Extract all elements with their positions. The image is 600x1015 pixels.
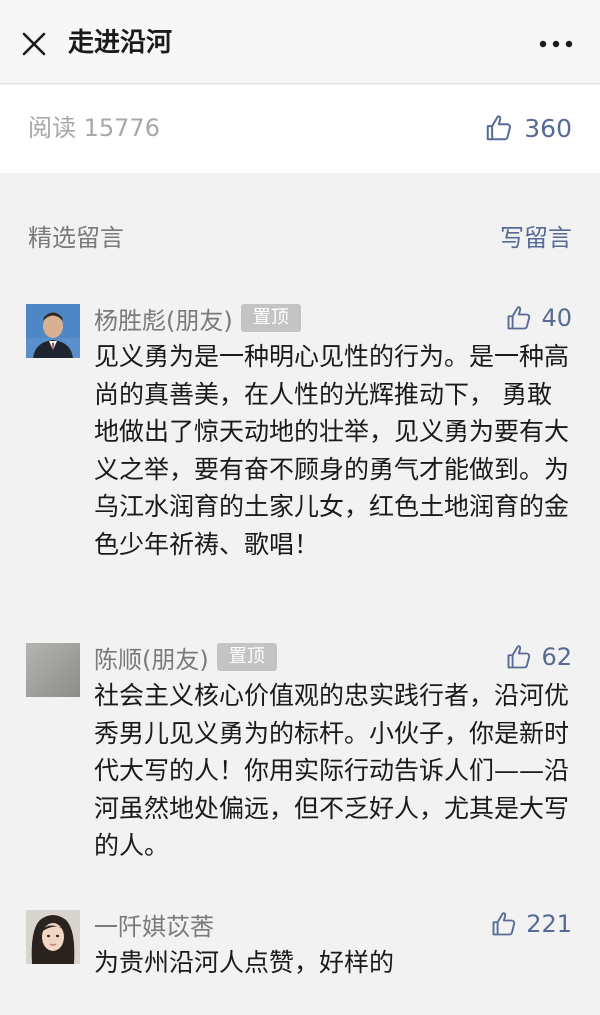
thumbs-up-icon <box>508 645 531 669</box>
write-comment-button[interactable]: 写留言 <box>500 218 572 258</box>
comment-like-count: 40 <box>541 304 572 332</box>
comment-like-button[interactable]: 62 <box>505 639 572 675</box>
comment-like-count: 221 <box>526 910 572 938</box>
commenter-name[interactable]: 陈顺(朋友) <box>94 640 209 675</box>
more-dots-icon <box>539 40 573 48</box>
article-like-button[interactable]: 360 <box>484 109 572 147</box>
thumbs-up-icon <box>492 912 516 936</box>
pinned-badge: 置顶 <box>240 304 301 332</box>
close-button[interactable] <box>14 24 54 64</box>
thumbs-up-icon <box>487 115 512 141</box>
comment-text: 为贵州沿河人点赞，好样的 <box>94 948 395 977</box>
article-stats: 阅读 15776 360 <box>0 85 600 173</box>
avatar[interactable] <box>26 304 80 358</box>
commenter-name[interactable]: 杨胜彪(朋友) <box>94 301 233 336</box>
thumbs-up-icon <box>508 306 531 330</box>
page-title: 走进沿河 <box>68 28 173 58</box>
avatar[interactable] <box>26 910 80 964</box>
read-count: 阅读 15776 <box>28 114 160 142</box>
comment-like-button[interactable]: 221 <box>490 906 572 942</box>
pinned-badge: 置顶 <box>216 643 277 671</box>
comment-text: 见义勇为是一种明心见性的行为。是一种高尚的真善美，在人性的光辉推动下， 勇敢地做… <box>94 342 570 559</box>
avatar[interactable] <box>26 643 80 697</box>
section-title: 精选留言 <box>28 224 124 252</box>
more-button[interactable] <box>534 24 578 64</box>
comment-like-button[interactable]: 40 <box>505 300 572 336</box>
comment-like-count: 62 <box>541 643 572 671</box>
article-like-count: 360 <box>524 113 572 143</box>
commenter-name[interactable]: 一阡娸苡莕 <box>94 907 214 942</box>
comment-text: 社会主义核心价值观的忠实践行者，沿河优秀男儿见义勇为的标杆。小伙子，你是新时代大… <box>94 681 570 860</box>
comment-item: 一阡娸苡莕 221 为贵州沿河人点赞，好样的 <box>0 910 600 990</box>
comment-item: 陈顺(朋友) 置顶 62 社会主义核心价值观的忠实践行者，沿河优秀男儿见义勇为的… <box>0 643 600 863</box>
top-bar: 走进沿河 <box>0 0 600 84</box>
comments-header: 精选留言 写留言 <box>28 218 572 258</box>
comment-item: 杨胜彪(朋友) 置顶 40 见义勇为是一种明心见性的行为。是一种高尚的真善美，在… <box>0 304 600 594</box>
close-icon <box>22 32 46 56</box>
